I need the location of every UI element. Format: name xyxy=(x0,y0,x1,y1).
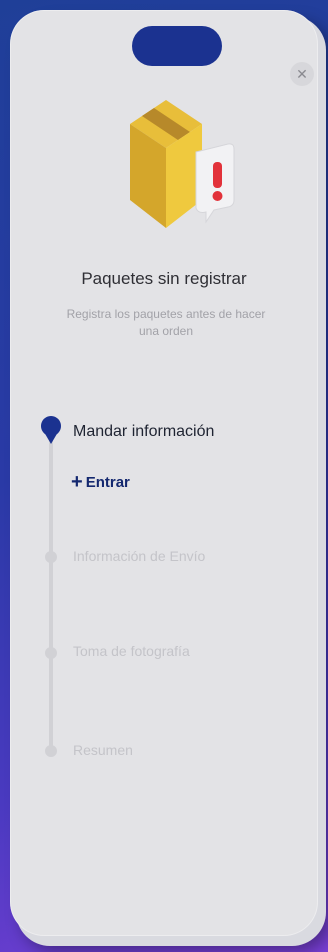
active-step-marker xyxy=(40,416,61,444)
page-title: Paquetes sin registrar xyxy=(81,269,247,288)
step-label-informacion-envio: Información de Envío xyxy=(73,548,206,564)
dynamic-island xyxy=(132,26,222,66)
enter-step-label: Entrar xyxy=(85,473,130,491)
step-label-toma-fotografia: Toma de fotografía xyxy=(73,643,190,659)
progress-timeline-line xyxy=(49,430,53,750)
phone-screen: ✕ Paquetes sin registrar Registra los pa… xyxy=(10,10,318,936)
page-subtitle: Registra los paquetes antes de hacer una… xyxy=(66,307,266,338)
alert-badge xyxy=(195,143,235,224)
step-label-resumen: Resumen xyxy=(73,742,133,758)
enter-step-button[interactable]: + Entrar xyxy=(71,472,130,492)
step-dot xyxy=(45,647,57,659)
plus-icon: + xyxy=(71,471,83,493)
step-dot xyxy=(45,551,57,563)
close-icon[interactable]: ✕ xyxy=(290,62,314,86)
step-dot xyxy=(45,745,57,757)
package-warning-icon xyxy=(118,88,238,238)
step-label-mandar-informacion: Mandar información xyxy=(73,423,215,440)
